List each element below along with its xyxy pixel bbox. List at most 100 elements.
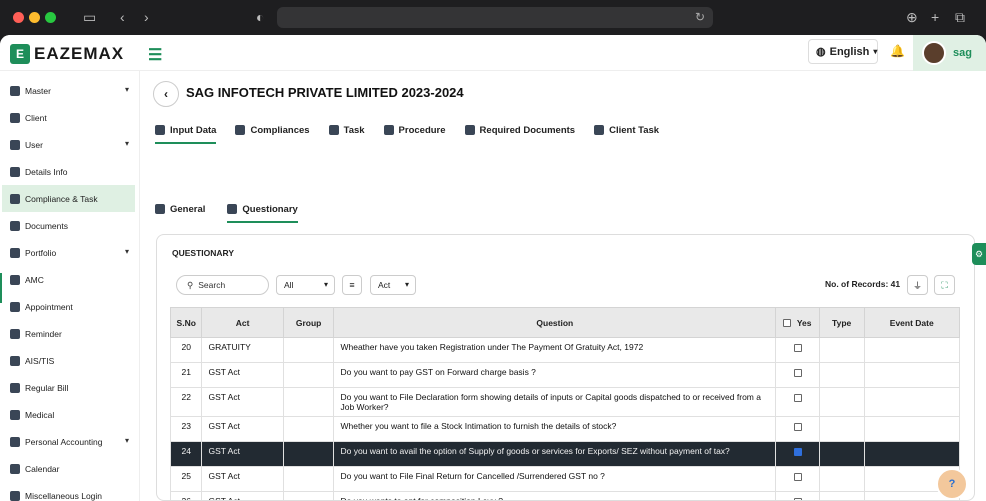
select-all-checkbox[interactable] (783, 319, 792, 328)
status-filter-select[interactable]: All ▾ (276, 275, 335, 295)
sidebar-toggle-icon[interactable]: ▭ (83, 9, 96, 25)
tab-task[interactable]: Task (328, 119, 365, 141)
table-row[interactable]: 21 GST Act Do you want to pay GST on Forwa… (169, 362, 960, 388)
cell-group (282, 362, 335, 388)
yes-checkbox[interactable] (793, 368, 802, 377)
sidebar-item-appointment[interactable]: Appointment (2, 293, 135, 320)
reload-icon[interactable]: ↻ (695, 10, 705, 24)
sidebar-item-amc[interactable]: AMC (2, 266, 135, 293)
yes-checkbox[interactable] (793, 472, 802, 481)
filter-button[interactable]: ≡ (342, 275, 362, 295)
back-button[interactable]: ‹ (153, 81, 179, 107)
tab-compliances[interactable]: Compliances (235, 119, 310, 141)
col-yes-label: Yes (796, 317, 812, 328)
user-menu[interactable]: sag (913, 35, 986, 71)
cell-yes (775, 387, 820, 417)
minimize-window-button[interactable] (29, 12, 40, 23)
yes-checkbox[interactable] (793, 343, 802, 352)
maximize-window-button[interactable] (45, 12, 56, 23)
table-row[interactable]: 26 GST Act Do you wants to opt for composi… (169, 491, 960, 500)
sidebar-item-miscellaneous-login[interactable]: Miscellaneous Login (2, 482, 135, 501)
tab-client-task[interactable]: Client Task (594, 119, 659, 141)
sidebar-item-personal-accounting[interactable]: Personal Accounting ▾ (2, 428, 135, 455)
sort-icon: ⏚ (912, 280, 922, 291)
cell-act: GST Act (201, 466, 284, 492)
table-row[interactable]: 24 GST Act Do you want to avail the option… (169, 441, 960, 467)
sidebar-item-medical[interactable]: Medical (2, 401, 135, 428)
fullscreen-button[interactable]: ⛶ (934, 275, 955, 295)
cell-sno: 26 (169, 491, 203, 500)
table-row[interactable]: 22 GST Act Do you want to File Declaration… (169, 387, 960, 417)
card-title: QUESTIONARY (172, 248, 235, 258)
subtab-icon (227, 204, 238, 214)
expand-icon: ⛶ (941, 279, 948, 290)
sidebar-item-icon (10, 301, 20, 312)
cell-sno: 20 (169, 337, 203, 363)
table-row[interactable]: 20 GRATUITY Wheather have you taken Regist… (169, 337, 960, 363)
cell-question: Do you wants to opt for composition Levy… (333, 491, 777, 500)
menu-toggle-icon[interactable]: ☰ (148, 45, 162, 65)
top-bar: E EAZEMAX ☰ ◍ English ▾ 🔔 sag (0, 35, 986, 71)
sidebar-item-details-info[interactable]: Details Info (2, 158, 135, 185)
sidebar-item-label: Documents (25, 220, 68, 231)
sidebar-item-regular-bill[interactable]: Regular Bill (2, 374, 135, 401)
cell-event-date (863, 362, 960, 388)
tab-input-data[interactable]: Input Data (155, 119, 217, 144)
yes-checkbox[interactable] (793, 447, 802, 456)
tab-required-documents[interactable]: Required Documents (464, 119, 575, 141)
sidebar-item-master[interactable]: Master ▾ (2, 77, 135, 104)
language-label: English (829, 45, 870, 58)
language-select[interactable]: ◍ English ▾ (808, 39, 878, 64)
close-window-button[interactable] (13, 12, 24, 23)
tab-procedure[interactable]: Procedure (383, 119, 446, 141)
table-row[interactable]: 25 GST Act Do you want to File Final Retur… (169, 466, 960, 492)
settings-gear-icon[interactable]: ⚙ (972, 243, 986, 265)
cell-act: GRATUITY (201, 337, 284, 363)
sidebar-item-client[interactable]: Client (2, 104, 135, 131)
sidebar-item-ais-tis[interactable]: AIS/TIS (2, 347, 135, 374)
notification-bell-icon[interactable]: 🔔 (890, 44, 905, 58)
sidebar-item-reminder[interactable]: Reminder (2, 320, 135, 347)
search-input[interactable]: ⚲ Search (176, 275, 269, 295)
back-arrow-icon[interactable]: ‹ (120, 9, 125, 25)
main-tabs: Input Data Compliances Task Procedure Requir… (155, 119, 678, 144)
cell-event-date (863, 416, 960, 442)
download-icon[interactable]: ⊕ (906, 9, 918, 25)
cell-sno: 25 (169, 466, 203, 492)
sidebar-item-calendar[interactable]: Calendar (2, 455, 135, 482)
tabs-overview-icon[interactable]: ⧉ (955, 9, 965, 25)
chevron-down-icon: ▾ (124, 85, 129, 94)
address-bar[interactable]: ↻ (277, 7, 713, 28)
sidebar-item-label: Compliance & Task (25, 193, 98, 204)
forward-arrow-icon[interactable]: › (144, 9, 149, 25)
shield-icon[interactable]: ◐ (256, 9, 264, 25)
sidebar-item-compliance-task[interactable]: Compliance & Task (2, 185, 135, 212)
tab-label: Task (343, 124, 365, 136)
subtab-general[interactable]: General (155, 199, 205, 219)
col-yes: Yes (775, 307, 820, 338)
sidebar-item-documents[interactable]: Documents (2, 212, 135, 239)
tab-label: Compliances (250, 124, 310, 136)
help-assistant-icon[interactable]: ? (936, 468, 968, 500)
col-group: Group (282, 307, 335, 338)
cell-yes (775, 491, 820, 500)
chevron-down-icon: ▾ (873, 47, 878, 56)
cell-type (818, 416, 865, 442)
new-tab-icon[interactable]: + (931, 9, 939, 25)
sort-button[interactable]: ⏚ (907, 275, 928, 295)
yes-checkbox[interactable] (793, 393, 802, 402)
yes-checkbox[interactable] (793, 422, 802, 431)
sidebar-item-icon (10, 328, 20, 339)
sidebar-item-portfolio[interactable]: Portfolio ▾ (2, 239, 135, 266)
search-placeholder: Search (198, 280, 226, 290)
subtab-questionary[interactable]: Questionary (227, 199, 299, 223)
act-filter-select[interactable]: Act ▾ (370, 275, 416, 295)
cell-question: Do you want to File Declaration form sho… (333, 387, 777, 417)
sidebar-item-icon (10, 166, 20, 177)
table-row[interactable]: 23 GST Act Whether you want to file a Stoc… (169, 416, 960, 442)
logo[interactable]: E EAZEMAX (10, 44, 124, 64)
status-filter-value: All (284, 280, 294, 290)
sidebar-item-user[interactable]: User ▾ (2, 131, 135, 158)
sidebar-item-label: Miscellaneous Login (25, 490, 103, 501)
browser-chrome: ▭ ‹ › ◐ ↻ ⊕ + ⧉ (0, 0, 986, 35)
